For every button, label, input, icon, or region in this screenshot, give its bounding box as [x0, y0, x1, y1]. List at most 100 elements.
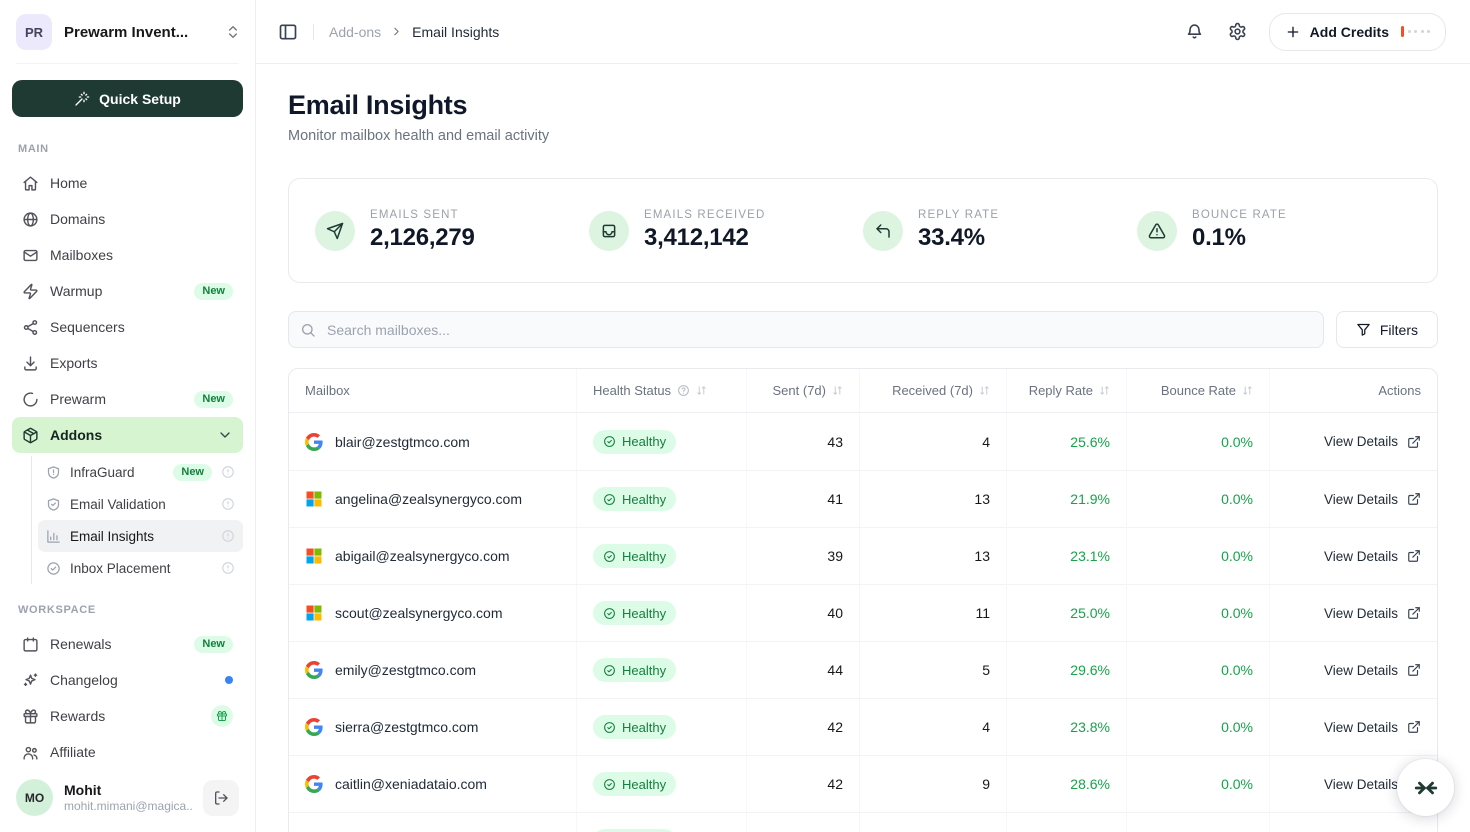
- workspace-name: Prewarm Invent...: [64, 24, 213, 41]
- sidebar-item-label: Home: [50, 175, 233, 191]
- actions-cell: View Details: [1270, 528, 1437, 584]
- filters-button[interactable]: Filters: [1336, 311, 1438, 348]
- mail-icon: [22, 247, 39, 264]
- shield-alert-icon: [46, 465, 61, 480]
- check-circle-icon: [603, 664, 616, 677]
- quick-setup-button[interactable]: Quick Setup: [12, 80, 243, 117]
- sidebar-item-sequencers[interactable]: Sequencers: [12, 309, 243, 345]
- sidebar-item-renewals[interactable]: RenewalsNew: [12, 626, 243, 662]
- globe-icon: [22, 211, 39, 228]
- mailbox-cell: caitlin@xeniadataio.com: [289, 756, 577, 812]
- view-details-link[interactable]: View Details: [1324, 663, 1398, 678]
- table-header-row: MailboxHealth StatusSent (7d)Received (7…: [289, 369, 1437, 413]
- table-body: blair@zestgtmco.comHealthy43425.6%0.0%Vi…: [289, 413, 1437, 832]
- sidebar-item-exports[interactable]: Exports: [12, 345, 243, 381]
- sent-cell: 36: [747, 813, 860, 832]
- external-link-icon[interactable]: [1407, 606, 1421, 620]
- gear-icon: [1228, 22, 1247, 41]
- received-cell: 9: [860, 756, 1007, 812]
- credit-meter-segment: [1427, 30, 1430, 33]
- sidebar-item-changelog[interactable]: Changelog: [12, 662, 243, 698]
- view-details-link[interactable]: View Details: [1324, 606, 1398, 621]
- column-header-reply-rate[interactable]: Reply Rate: [1007, 369, 1127, 412]
- mailbox-cell: emily@zestgtmco.com: [289, 642, 577, 698]
- settings-button[interactable]: [1228, 22, 1247, 41]
- stat-label: EMAILS RECEIVED: [644, 209, 765, 221]
- sidebar-toggle-button[interactable]: [278, 22, 298, 42]
- package-icon: [22, 427, 39, 444]
- external-link-icon[interactable]: [1407, 492, 1421, 506]
- bounce-rate-cell-value: 0.0%: [1221, 434, 1253, 450]
- alert-triangle-icon: [1148, 222, 1166, 240]
- column-header-sent-7d[interactable]: Sent (7d): [747, 369, 860, 412]
- download-icon: [22, 355, 39, 372]
- assistant-widget-button[interactable]: [1397, 759, 1454, 816]
- notifications-button[interactable]: [1185, 22, 1204, 41]
- info-circle-icon: [221, 529, 235, 543]
- column-header-received-7d[interactable]: Received (7d): [860, 369, 1007, 412]
- stats-card: EMAILS SENT2,126,279EMAILS RECEIVED3,412…: [288, 178, 1438, 283]
- sidebar-item-addons[interactable]: Addons: [12, 417, 243, 453]
- sidebar-item-label: Renewals: [50, 636, 183, 652]
- external-link-icon[interactable]: [1407, 720, 1421, 734]
- health-status-badge: Healthy: [593, 772, 676, 796]
- logout-button[interactable]: [203, 780, 239, 816]
- sidebar-item-rewards[interactable]: Rewards: [12, 698, 243, 734]
- google-icon: [305, 433, 323, 451]
- content: Email Insights Monitor mailbox health an…: [256, 90, 1470, 832]
- view-details-link[interactable]: View Details: [1324, 777, 1398, 792]
- reply-rate-cell: 25.6%: [1007, 413, 1127, 470]
- sidebar-item-inbox-placement[interactable]: Inbox Placement: [38, 552, 243, 584]
- workspace-switcher[interactable]: PR Prewarm Invent...: [0, 0, 255, 63]
- table-row: abigail@zealsynergyco.comHealthy391323.1…: [289, 527, 1437, 584]
- sidebar-item-infraguard[interactable]: InfraGuardNew: [38, 456, 243, 488]
- divider: [16, 63, 239, 64]
- view-details-link[interactable]: View Details: [1324, 720, 1398, 735]
- section-label: MAIN: [18, 143, 237, 155]
- sidebar-item-home[interactable]: Home: [12, 165, 243, 201]
- health-status-cell: Healthy: [577, 813, 747, 832]
- sidebar-item-mailboxes[interactable]: Mailboxes: [12, 237, 243, 273]
- external-link-icon[interactable]: [1407, 435, 1421, 449]
- breadcrumb-parent[interactable]: Add-ons: [329, 24, 381, 40]
- received-cell-value: 4: [982, 434, 990, 450]
- actions-cell: View Details: [1270, 413, 1437, 470]
- external-link-icon[interactable]: [1407, 663, 1421, 677]
- stat-text: BOUNCE RATE0.1%: [1192, 209, 1287, 252]
- user-footer: MO Mohit mohit.mimani@magica...: [0, 765, 255, 832]
- stat-text: EMAILS RECEIVED3,412,142: [644, 209, 765, 252]
- mailbox-address: abigail@zealsynergyco.com: [335, 548, 510, 564]
- reply-icon: [863, 211, 903, 251]
- user-meta: Mohit mohit.mimani@magica...: [64, 782, 192, 813]
- actions-cell: View Details: [1270, 813, 1437, 832]
- health-status-label: Healthy: [622, 549, 666, 564]
- search-input[interactable]: [288, 311, 1324, 348]
- breadcrumb-current: Email Insights: [412, 24, 499, 40]
- sidebar-item-email-validation[interactable]: Email Validation: [38, 488, 243, 520]
- external-link-icon[interactable]: [1407, 549, 1421, 563]
- received-cell-value: 9: [982, 776, 990, 792]
- sent-cell: 42: [747, 756, 860, 812]
- view-details-link[interactable]: View Details: [1324, 492, 1398, 507]
- received-cell: 3: [860, 813, 1007, 832]
- health-status-label: Healthy: [622, 777, 666, 792]
- view-details-link[interactable]: View Details: [1324, 549, 1398, 564]
- sidebar-item-email-insights[interactable]: Email Insights: [38, 520, 243, 552]
- sidebar-item-domains[interactable]: Domains: [12, 201, 243, 237]
- funnel-icon: [1356, 322, 1371, 337]
- add-credits-button[interactable]: Add Credits: [1269, 13, 1446, 51]
- stat-label: REPLY RATE: [918, 209, 999, 221]
- sort-icon: [1242, 385, 1253, 396]
- bounce-rate-cell: 0.0%: [1127, 756, 1270, 812]
- sidebar-item-label: Affiliate: [50, 744, 233, 760]
- breadcrumb: Add-ons Email Insights: [329, 24, 499, 40]
- column-header-bounce-rate[interactable]: Bounce Rate: [1127, 369, 1270, 412]
- mailbox-address: scout@zealsynergyco.com: [335, 605, 503, 621]
- sidebar-item-prewarm[interactable]: PrewarmNew: [12, 381, 243, 417]
- view-details-link[interactable]: View Details: [1324, 434, 1398, 449]
- column-header-health-status[interactable]: Health Status: [577, 369, 747, 412]
- send-icon: [326, 222, 344, 240]
- sidebar-item-warmup[interactable]: WarmupNew: [12, 273, 243, 309]
- sent-cell-value: 42: [827, 719, 843, 735]
- mailbox-address: caitlin@xeniadataio.com: [335, 776, 487, 792]
